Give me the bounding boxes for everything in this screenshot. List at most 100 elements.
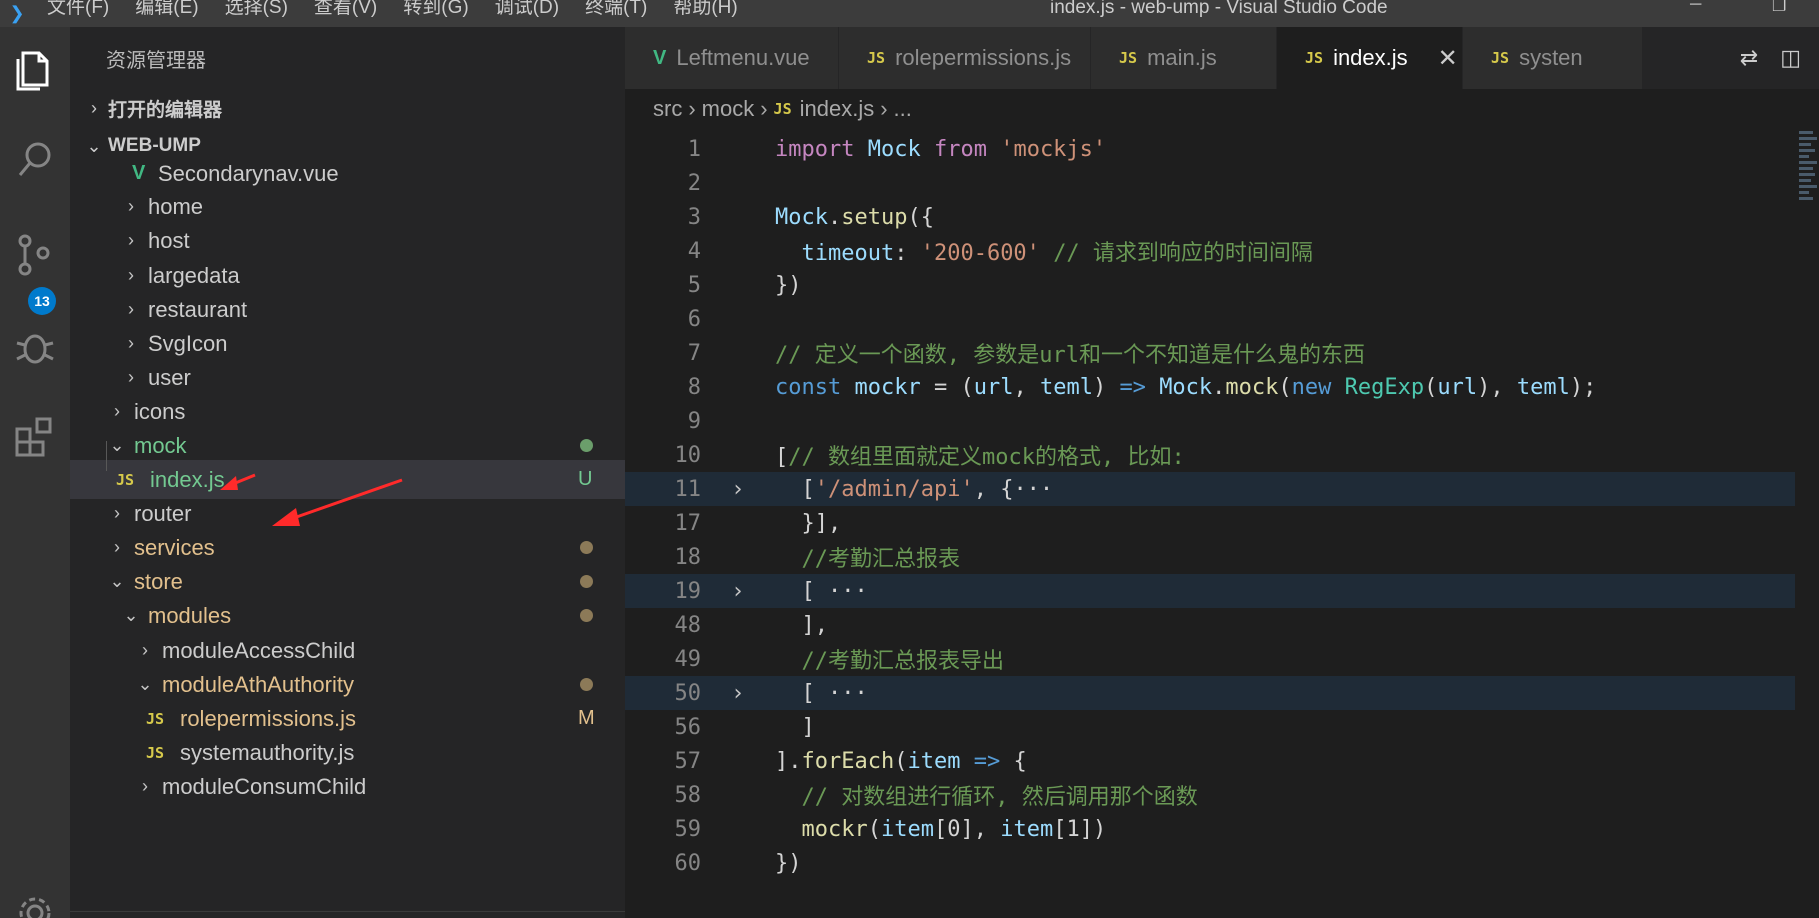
git-status-dot (580, 439, 593, 452)
fold-chevron-icon[interactable]: › (701, 579, 775, 604)
fold-chevron-icon[interactable]: › (701, 477, 775, 502)
chevron-right-icon: › (128, 333, 134, 353)
code-line[interactable]: 56 ] (625, 710, 1795, 744)
editor-tab[interactable]: JS systen (1463, 27, 1643, 89)
code-line[interactable]: 60}) (625, 846, 1795, 880)
code-line[interactable]: 3 Mock.setup({ (625, 200, 1795, 234)
git-status-dot (580, 678, 593, 691)
breadcrumb-separator-icon: › (760, 96, 768, 121)
menu-item[interactable]: 调试(D) (482, 0, 572, 21)
tree-folder[interactable]: › moduleConsumChild (70, 767, 625, 806)
code-line[interactable]: 1 import Mock from 'mockjs' (625, 132, 1795, 166)
editor-tab[interactable]: JS rolepermissions.js (839, 27, 1091, 89)
tab-label: Leftmenu.vue (676, 45, 810, 70)
menu-item[interactable]: 文件(F) (34, 0, 122, 21)
outline-section[interactable]: › 大纲 (70, 911, 625, 918)
breadcrumb-mock[interactable]: mock (702, 96, 755, 122)
source-control-icon[interactable] (0, 225, 70, 285)
debug-icon[interactable] (0, 317, 70, 377)
line-number: 59 (674, 816, 702, 842)
fold-chevron-icon[interactable]: › (701, 681, 775, 706)
code-line[interactable]: 7 // 定义一个函数, 参数是url和一个不知道是什么鬼的东西 (625, 336, 1795, 370)
code-line[interactable]: 48 ], (625, 608, 1795, 642)
editor-tab[interactable]: JS main.js (1091, 27, 1277, 89)
extensions-icon[interactable] (0, 407, 70, 467)
tree-folder[interactable]: › host (70, 221, 625, 260)
code-text: }) (775, 272, 802, 298)
search-icon[interactable] (0, 130, 70, 190)
editor-tab[interactable]: V Leftmenu.vue (625, 27, 839, 89)
code-line[interactable]: 58 // 对数组进行循环, 然后调用那个函数 (625, 778, 1795, 812)
menu-item[interactable]: 选择(S) (212, 0, 301, 21)
js-file-icon: JS (1491, 49, 1510, 67)
tab-label: rolepermissions.js (895, 45, 1072, 70)
code-line[interactable]: 18 //考勤汇总报表 (625, 540, 1795, 574)
code-line[interactable]: 57].forEach(item => { (625, 744, 1795, 778)
git-status-dot (580, 609, 593, 622)
minimap[interactable] (1795, 129, 1819, 918)
explorer-sidebar: 资源管理器 › 打开的编辑器 ⌄ WEB-UMP › 大纲 VSecondary… (70, 27, 625, 918)
code-line[interactable]: 19 › [ ··· (625, 574, 1795, 608)
code-text: Mock.setup({ (775, 204, 934, 230)
code-text: ].forEach(item => { (775, 748, 1027, 774)
code-line[interactable]: 4 timeout: '200-600' // 请求到响应的时间间隔 (625, 234, 1795, 268)
code-line[interactable]: 9 (625, 404, 1795, 438)
code-line[interactable]: 49 //考勤汇总报表导出 (625, 642, 1795, 676)
code-text: ] (775, 714, 815, 740)
code-line[interactable]: 6 (625, 302, 1795, 336)
tree-item-label: index.js (150, 466, 225, 492)
tree-item-label: mock (134, 432, 187, 458)
sidebar-title: 资源管理器 (106, 49, 206, 72)
vue-file-icon: V (132, 162, 146, 184)
minimize-icon[interactable]: ─ (1690, 0, 1701, 14)
code-text: mockr(item[0], item[1]) (801, 816, 1107, 842)
breadcrumb-index[interactable]: index.js (800, 96, 875, 122)
chevron-down-icon: ⌄ (123, 605, 139, 625)
editor-actions: ⇄ ◫ (1739, 27, 1819, 89)
menu-item[interactable]: 查看(V) (301, 0, 390, 21)
restore-icon[interactable]: ❐ (1772, 0, 1786, 16)
code-line[interactable]: 5}) (625, 268, 1795, 302)
js-file-icon: JS (773, 100, 792, 118)
line-number: 6 (687, 306, 701, 332)
line-number: 58 (674, 782, 702, 808)
chevron-right-icon: › (91, 97, 97, 118)
code-text: //考勤汇总报表 (801, 547, 961, 572)
tree-item-label: store (134, 568, 183, 594)
code-line[interactable]: 2 (625, 166, 1795, 200)
code-line[interactable]: 50 › [ ··· (625, 676, 1795, 710)
compare-changes-icon[interactable]: ⇄ (1740, 45, 1758, 71)
menu-item[interactable]: 转到(G) (390, 0, 481, 21)
editor-tab[interactable]: JS index.js ✕ (1277, 27, 1463, 89)
tree-item-label: user (148, 364, 191, 390)
split-editor-icon[interactable]: ◫ (1780, 45, 1801, 71)
breadcrumb-more[interactable]: ... (894, 96, 912, 122)
activity-bar: 13 (0, 27, 70, 918)
open-editors-label: 打开的编辑器 (108, 99, 223, 121)
line-number: 10 (674, 442, 702, 468)
code-line[interactable]: 10 [// 数组里面就定义mock的格式, 比如: (625, 438, 1795, 472)
tree-folder[interactable]: ⌄ modules (70, 596, 625, 635)
open-editors-section[interactable]: › 打开的编辑器 (70, 89, 625, 127)
code-line[interactable]: 11 › ['/admin/api', {··· (625, 472, 1795, 506)
code-text: // 对数组进行循环, 然后调用那个函数 (801, 785, 1198, 810)
menu-item[interactable]: 终端(T) (572, 0, 660, 21)
code-editor[interactable]: 1 import Mock from 'mockjs' 2 3 Mock.setup({… (625, 129, 1819, 918)
tree-item-label: moduleAccessChild (162, 637, 356, 663)
settings-gear-icon[interactable] (0, 893, 70, 918)
breadcrumb-src[interactable]: src (653, 96, 682, 122)
code-text: [// 数组里面就定义mock的格式, 比如: (775, 445, 1185, 470)
code-line[interactable]: 8 const mockr = (url, teml) => Mock.mock(… (625, 370, 1795, 404)
code-text: }], (775, 510, 842, 536)
code-line[interactable]: 59 mockr(item[0], item[1]) (625, 812, 1795, 846)
close-icon[interactable]: ✕ (1438, 44, 1458, 73)
js-file-icon: JS (116, 470, 135, 489)
menu-item[interactable]: 编辑(E) (122, 0, 211, 21)
code-text: ['/admin/api', {··· (775, 476, 1054, 502)
code-line[interactable]: 17 }], (625, 506, 1795, 540)
window-title: index.js - web-ump - Visual Studio Code (1050, 0, 1388, 18)
explorer-icon[interactable] (0, 41, 70, 101)
menu-item[interactable]: 帮助(H) (660, 0, 750, 21)
vscode-logo-icon: ❯ (9, 3, 25, 23)
code-text: ], (775, 612, 828, 638)
